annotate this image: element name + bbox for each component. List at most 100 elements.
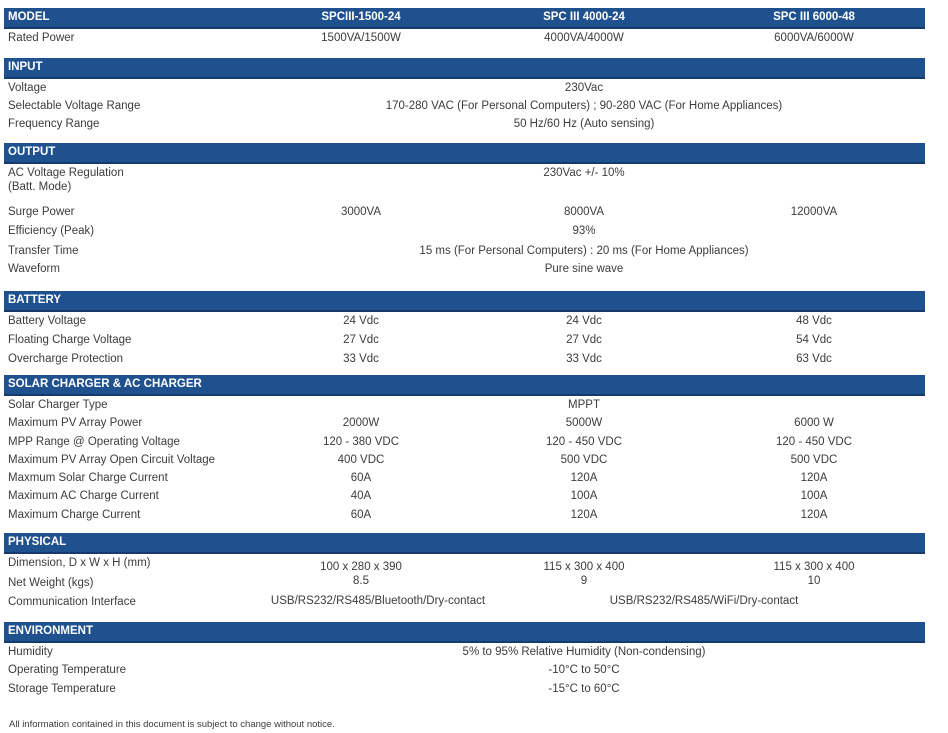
spec-label: Maximum AC Charge Current <box>8 490 159 502</box>
section-header-output: OUTPUT <box>4 143 925 164</box>
spec-label: Net Weight (kgs) <box>8 577 94 589</box>
model-name: SPC III 4000-24 <box>543 11 625 23</box>
spec-value: -10°C to 50°C <box>548 664 620 676</box>
spec-value: 60A <box>350 472 372 484</box>
section-title: ENVIRONMENT <box>8 625 93 637</box>
spec-label: Floating Charge Voltage <box>8 334 132 346</box>
spec-value: 1500VA/1500W <box>321 32 401 44</box>
spec-value: 5% to 95% Relative Humidity (Non-condens… <box>462 646 706 658</box>
spec-value: 500 VDC <box>790 454 838 466</box>
spec-value: 12000VA <box>790 206 838 218</box>
spec-row: Maximum AC Charge Current 40A 100A 100A <box>4 487 925 506</box>
spec-value: 63 Vdc <box>796 353 832 365</box>
spec-value: 33 Vdc <box>566 353 602 365</box>
spec-value: 5000W <box>565 417 603 429</box>
spec-value: 24 Vdc <box>566 315 602 327</box>
spec-row: Maximum PV Array Power 2000W 5000W 6000 … <box>4 414 925 433</box>
model-name: SPC III 6000-48 <box>773 11 855 23</box>
spec-label: Selectable Voltage Range <box>8 100 141 112</box>
section-title: BATTERY <box>8 294 62 306</box>
spec-label: Transfer Time <box>8 245 79 257</box>
section-header-model: MODEL SPCIII-1500-24 SPC III 4000-24 SPC… <box>4 8 925 29</box>
spec-value: 100A <box>800 490 828 502</box>
spec-row: MPP Range @ Operating Voltage 120 - 380 … <box>4 433 925 451</box>
spec-value: 170-280 VAC (For Personal Computers) ; 9… <box>385 100 783 112</box>
spec-value: 4000VA/4000W <box>544 32 624 44</box>
spec-value: USB/RS232/RS485/Bluetooth/Dry-contact <box>270 595 486 607</box>
section-title: SOLAR CHARGER & AC CHARGER <box>8 378 202 390</box>
spec-value: 120 - 450 VDC <box>775 436 853 448</box>
spec-label: Surge Power <box>8 206 75 218</box>
spec-label: MPP Range @ Operating Voltage <box>8 436 180 448</box>
spec-label: Operating Temperature <box>8 664 127 676</box>
spec-value: 120A <box>570 509 598 521</box>
spec-row: Voltage 230Vac <box>4 79 925 97</box>
spec-value: 120A <box>800 509 828 521</box>
spec-label: Maximum PV Array Power <box>8 417 143 429</box>
spec-value: 500 VDC <box>560 454 608 466</box>
spec-label: Overcharge Protection <box>8 353 124 365</box>
spec-row: Floating Charge Voltage 27 Vdc 27 Vdc 54… <box>4 331 925 350</box>
spec-value: USB/RS232/RS485/WiFi/Dry-contact <box>609 595 799 607</box>
spec-value: 2000W <box>342 417 380 429</box>
spec-row: Surge Power 3000VA 8000VA 12000VA <box>4 203 925 222</box>
spec-row: Transfer Time 15 ms (For Personal Comput… <box>4 242 925 260</box>
spec-row: Maxmum Solar Charge Current 60A 120A 120… <box>4 469 925 487</box>
spec-row: Net Weight (kgs) 8.5 9 10 <box>4 572 925 592</box>
section-header-environment: ENVIRONMENT <box>4 622 925 643</box>
spec-value: 3000VA <box>340 206 382 218</box>
spec-row: Rated Power 1500VA/1500W 4000VA/4000W 60… <box>4 29 925 47</box>
spec-value: 120 - 450 VDC <box>545 436 623 448</box>
spec-value: 50 Hz/60 Hz (Auto sensing) <box>513 118 655 130</box>
spec-label: AC Voltage Regulation (Batt. Mode) <box>8 167 124 193</box>
spec-value: 400 VDC <box>337 454 385 466</box>
spec-value: 54 Vdc <box>796 334 832 346</box>
spec-label: Maximum Charge Current <box>8 509 141 521</box>
spec-row: Communication Interface USB/RS232/RS485/… <box>4 592 925 611</box>
spec-value: 33 Vdc <box>343 353 379 365</box>
spec-value: 100A <box>570 490 598 502</box>
spec-row: Battery Voltage 24 Vdc 24 Vdc 48 Vdc <box>4 312 925 331</box>
spec-label: Maximum PV Array Open Circuit Voltage <box>8 454 216 466</box>
spec-label: Dimension, D x W x H (mm) <box>8 557 151 569</box>
spec-label: Humidity <box>8 646 53 658</box>
spec-label: Frequency Range <box>8 118 100 130</box>
spec-label: Efficiency (Peak) <box>8 225 95 237</box>
spec-row: Operating Temperature -10°C to 50°C <box>4 661 925 680</box>
spec-value: 10 <box>807 575 821 587</box>
spec-value: 15 ms (For Personal Computers) : 20 ms (… <box>419 245 749 257</box>
section-title: PHYSICAL <box>8 536 67 548</box>
spec-row: Frequency Range 50 Hz/60 Hz (Auto sensin… <box>4 115 925 133</box>
spec-label: Solar Charger Type <box>8 399 108 411</box>
spec-value: 24 Vdc <box>343 315 379 327</box>
section-title: MODEL <box>8 11 50 23</box>
spec-row: Humidity 5% to 95% Relative Humidity (No… <box>4 643 925 661</box>
spec-value: 40A <box>350 490 372 502</box>
spec-row: Solar Charger Type MPPT <box>4 396 925 414</box>
spec-value: 120 - 380 VDC <box>322 436 400 448</box>
spec-value: 48 Vdc <box>796 315 832 327</box>
spec-value: 9 <box>580 575 588 587</box>
spec-value: 120A <box>570 472 598 484</box>
model-name: SPCIII-1500-24 <box>321 11 401 23</box>
section-header-battery: BATTERY <box>4 291 925 312</box>
section-title: OUTPUT <box>8 146 56 158</box>
spec-label: Waveform <box>8 263 60 275</box>
spec-value: 27 Vdc <box>343 334 379 346</box>
spec-value: 93% <box>572 225 596 237</box>
spec-value: 6000 W <box>794 417 834 429</box>
spec-value: -15°C to 60°C <box>548 683 620 695</box>
spec-row: Maximum PV Array Open Circuit Voltage 40… <box>4 451 925 469</box>
spec-row: Storage Temperature -15°C to 60°C <box>4 680 925 699</box>
spec-value: 8000VA <box>563 206 605 218</box>
spec-row: AC Voltage Regulation (Batt. Mode) 230Va… <box>4 164 925 203</box>
spec-label: Battery Voltage <box>8 315 86 327</box>
spec-value: 120A <box>800 472 828 484</box>
spec-value: 230Vac +/- 10% <box>543 167 625 179</box>
spec-row: Waveform Pure sine wave <box>4 260 925 278</box>
spec-label: Storage Temperature <box>8 683 116 695</box>
spec-label: Rated Power <box>8 32 75 44</box>
section-header-input: INPUT <box>4 58 925 79</box>
spec-row: Selectable Voltage Range 170-280 VAC (Fo… <box>4 97 925 115</box>
spec-label: Voltage <box>8 82 47 94</box>
